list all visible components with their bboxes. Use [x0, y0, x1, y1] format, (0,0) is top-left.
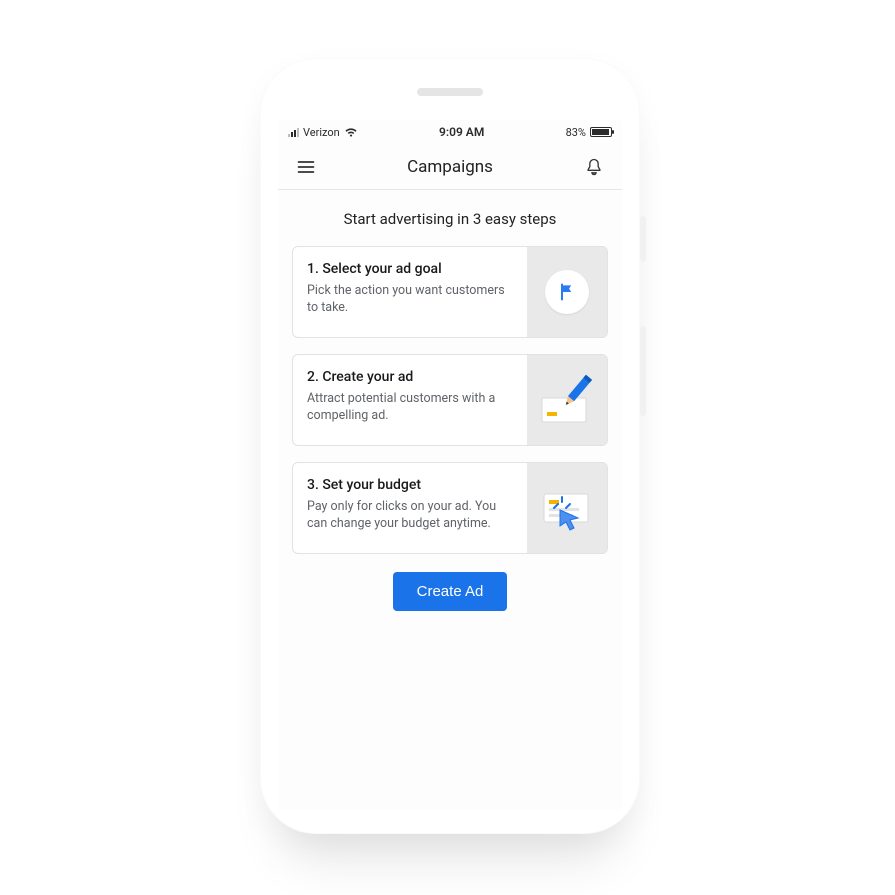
app-header: Campaigns	[278, 144, 622, 190]
pencil-card-icon	[536, 372, 598, 428]
signal-icon	[288, 127, 299, 137]
phone-frame: Verizon 9:09 AM 83% Campaigns	[260, 58, 640, 834]
step-desc: Attract potential customers with a compe…	[307, 391, 513, 425]
step-card-art	[527, 355, 607, 445]
menu-button[interactable]	[292, 153, 320, 181]
phone-side-button-lower	[640, 326, 646, 416]
cursor-card-icon	[536, 480, 598, 536]
notifications-button[interactable]	[580, 153, 608, 181]
step-title: 2. Create your ad	[307, 369, 513, 385]
step-card-3[interactable]: 3. Set your budget Pay only for clicks o…	[292, 462, 608, 554]
wifi-icon	[344, 126, 358, 138]
content-heading: Start advertising in 3 easy steps	[292, 210, 608, 228]
step-card-text: 2. Create your ad Attract potential cust…	[293, 355, 527, 445]
create-ad-button[interactable]: Create Ad	[393, 572, 508, 611]
step-desc: Pay only for clicks on your ad. You can …	[307, 499, 513, 533]
step-card-art	[527, 463, 607, 553]
battery-percent: 83%	[566, 126, 586, 139]
step-card-text: 1. Select your ad goal Pick the action y…	[293, 247, 527, 337]
step-desc: Pick the action you want customers to ta…	[307, 283, 513, 317]
bell-icon	[584, 157, 604, 177]
step-title: 1. Select your ad goal	[307, 261, 513, 277]
status-bar: Verizon 9:09 AM 83%	[278, 120, 622, 144]
phone-speaker	[417, 88, 483, 96]
page-title: Campaigns	[407, 157, 493, 177]
carrier-label: Verizon	[303, 126, 340, 139]
step-card-2[interactable]: 2. Create your ad Attract potential cust…	[292, 354, 608, 446]
content-area: Start advertising in 3 easy steps 1. Sel…	[278, 190, 622, 810]
phone-screen: Verizon 9:09 AM 83% Campaigns	[278, 120, 622, 810]
hamburger-icon	[296, 157, 316, 177]
step-card-1[interactable]: 1. Select your ad goal Pick the action y…	[292, 246, 608, 338]
battery-icon	[590, 127, 612, 137]
step-card-art	[527, 247, 607, 337]
phone-side-button-upper	[640, 216, 646, 262]
flag-icon	[545, 270, 589, 314]
step-title: 3. Set your budget	[307, 477, 513, 493]
status-right: 83%	[566, 126, 612, 139]
status-time: 9:09 AM	[439, 125, 484, 139]
step-card-text: 3. Set your budget Pay only for clicks o…	[293, 463, 527, 553]
status-left: Verizon	[288, 126, 358, 139]
